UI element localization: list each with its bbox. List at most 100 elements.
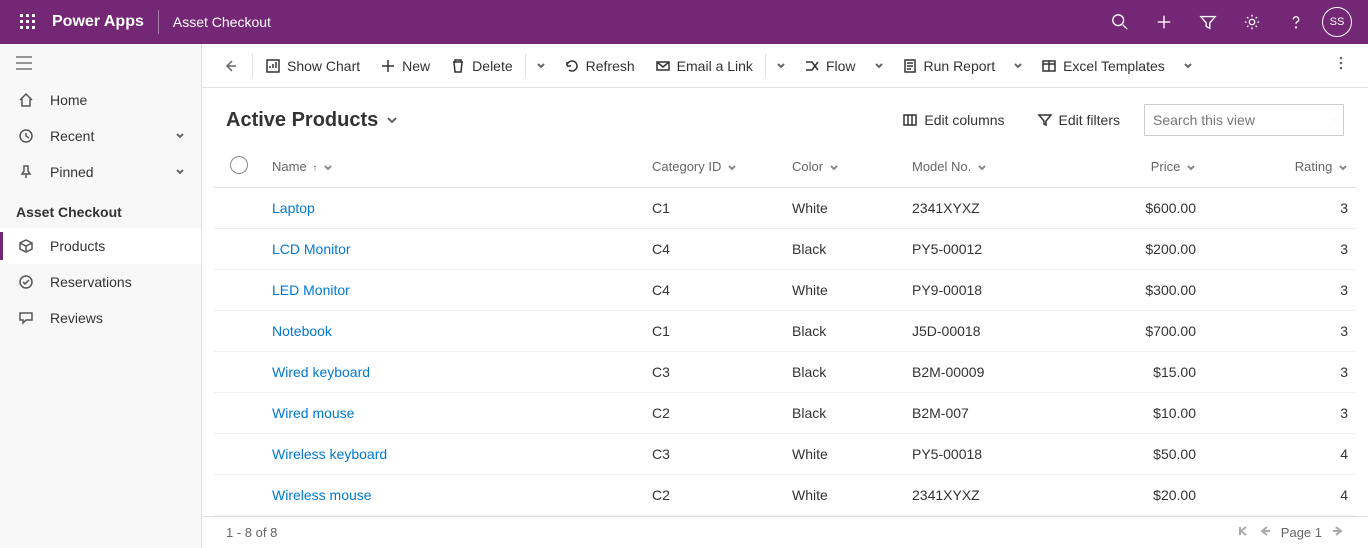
cell-rating: 4 (1204, 434, 1356, 475)
cmd-label: Excel Templates (1063, 58, 1165, 74)
nav-section-title: Asset Checkout (0, 190, 201, 228)
cell-name[interactable]: Wireless keyboard (264, 434, 644, 475)
column-header-model[interactable]: Model No. (904, 146, 1074, 188)
help-button[interactable] (1274, 0, 1318, 44)
column-header-color[interactable]: Color (784, 146, 904, 188)
edit-filters-button[interactable]: Edit filters (1029, 112, 1128, 128)
run-report-split-button[interactable] (1005, 44, 1031, 88)
global-header: Power Apps Asset Checkout SS (0, 0, 1368, 44)
chevron-down-icon (1186, 163, 1196, 173)
row-select[interactable] (214, 475, 264, 516)
arrow-right-icon (1332, 525, 1344, 537)
email-split-button[interactable] (768, 44, 794, 88)
cell-model: PY5-00018 (904, 434, 1074, 475)
cell-name[interactable]: Wireless mouse (264, 475, 644, 516)
settings-button[interactable] (1230, 0, 1274, 44)
funnel-icon (1199, 13, 1217, 31)
add-button[interactable] (1142, 0, 1186, 44)
excel-split-button[interactable] (1175, 44, 1201, 88)
chart-icon (265, 58, 281, 74)
flow-split-button[interactable] (866, 44, 892, 88)
column-header-rating[interactable]: Rating (1204, 146, 1356, 188)
back-button[interactable] (210, 44, 250, 88)
refresh-button[interactable]: Refresh (554, 44, 645, 88)
row-select[interactable] (214, 434, 264, 475)
cell-name[interactable]: Notebook (264, 311, 644, 352)
chevron-down-icon (977, 163, 987, 173)
overflow-button[interactable] (1322, 56, 1360, 75)
action-label: Edit columns (924, 112, 1004, 128)
chevron-down-icon (175, 164, 185, 180)
nav-reservations[interactable]: Reservations (0, 264, 201, 300)
prev-page-button[interactable] (1259, 525, 1271, 540)
cell-name[interactable]: Laptop (264, 188, 644, 229)
row-select[interactable] (214, 188, 264, 229)
nav-recent[interactable]: Recent (0, 118, 201, 154)
search-button[interactable] (1098, 0, 1142, 44)
flow-button[interactable]: Flow (794, 44, 866, 88)
row-select[interactable] (214, 352, 264, 393)
delete-split-button[interactable] (528, 44, 554, 88)
cell-color: White (784, 475, 904, 516)
cell-price: $600.00 (1074, 188, 1204, 229)
environment-name[interactable]: Asset Checkout (173, 14, 271, 30)
pager: Page 1 (1237, 525, 1344, 540)
nav-pinned[interactable]: Pinned (0, 154, 201, 190)
show-chart-button[interactable]: Show Chart (255, 44, 370, 88)
row-select[interactable] (214, 311, 264, 352)
cell-color: White (784, 188, 904, 229)
select-all-checkbox[interactable] (230, 156, 248, 174)
cmd-label: New (402, 58, 430, 74)
app-launcher-button[interactable] (8, 0, 48, 44)
email-link-button[interactable]: Email a Link (645, 44, 763, 88)
first-page-button[interactable] (1237, 525, 1249, 540)
table-row[interactable]: Wireless mouseC2White2341XYXZ$20.004 (214, 475, 1356, 516)
row-select[interactable] (214, 229, 264, 270)
cmd-label: Show Chart (287, 58, 360, 74)
cell-name[interactable]: LED Monitor (264, 270, 644, 311)
flow-icon (804, 58, 820, 74)
filter-button[interactable] (1186, 0, 1230, 44)
delete-button[interactable]: Delete (440, 44, 522, 88)
nav-collapse-button[interactable] (0, 44, 201, 82)
run-report-button[interactable]: Run Report (892, 44, 1006, 88)
table-row[interactable]: NotebookC1BlackJ5D-00018$700.003 (214, 311, 1356, 352)
table-row[interactable]: LaptopC1White2341XYXZ$600.003 (214, 188, 1356, 229)
view-search[interactable] (1144, 104, 1344, 136)
nav-label: Home (50, 92, 87, 108)
edit-columns-button[interactable]: Edit columns (894, 112, 1012, 128)
table-row[interactable]: LED MonitorC4WhitePY9-00018$300.003 (214, 270, 1356, 311)
column-header-name[interactable]: Name ↑ (264, 146, 644, 188)
table-row[interactable]: Wireless keyboardC3WhitePY5-00018$50.004 (214, 434, 1356, 475)
column-header-price[interactable]: Price (1074, 146, 1204, 188)
question-icon (1287, 13, 1305, 31)
excel-templates-button[interactable]: Excel Templates (1031, 44, 1175, 88)
chevron-down-icon (776, 61, 786, 71)
nav-home[interactable]: Home (0, 82, 201, 118)
cube-icon (16, 236, 36, 256)
column-header-category[interactable]: Category ID (644, 146, 784, 188)
app-name-label: Power Apps (52, 13, 144, 31)
user-avatar[interactable]: SS (1322, 7, 1352, 37)
nav-reviews[interactable]: Reviews (0, 300, 201, 336)
table-row[interactable]: LCD MonitorC4BlackPY5-00012$200.003 (214, 229, 1356, 270)
table-row[interactable]: Wired keyboardC3BlackB2M-00009$15.003 (214, 352, 1356, 393)
clock-icon (16, 126, 36, 146)
row-select[interactable] (214, 393, 264, 434)
cell-name[interactable]: LCD Monitor (264, 229, 644, 270)
main-content: Show Chart New Delete Refresh Email a Li… (202, 44, 1368, 548)
cell-name[interactable]: Wired keyboard (264, 352, 644, 393)
separator (525, 54, 526, 78)
row-select[interactable] (214, 270, 264, 311)
cell-model: B2M-007 (904, 393, 1074, 434)
view-selector[interactable]: Active Products (226, 109, 398, 132)
select-all-header[interactable] (214, 146, 264, 188)
new-button[interactable]: New (370, 44, 440, 88)
data-grid: Name ↑ Category ID Color Model No. Price… (202, 146, 1368, 516)
cell-category: C4 (644, 270, 784, 311)
next-page-button[interactable] (1332, 525, 1344, 540)
nav-products[interactable]: Products (0, 228, 201, 264)
cell-name[interactable]: Wired mouse (264, 393, 644, 434)
table-row[interactable]: Wired mouseC2BlackB2M-007$10.003 (214, 393, 1356, 434)
search-input[interactable] (1153, 112, 1334, 128)
